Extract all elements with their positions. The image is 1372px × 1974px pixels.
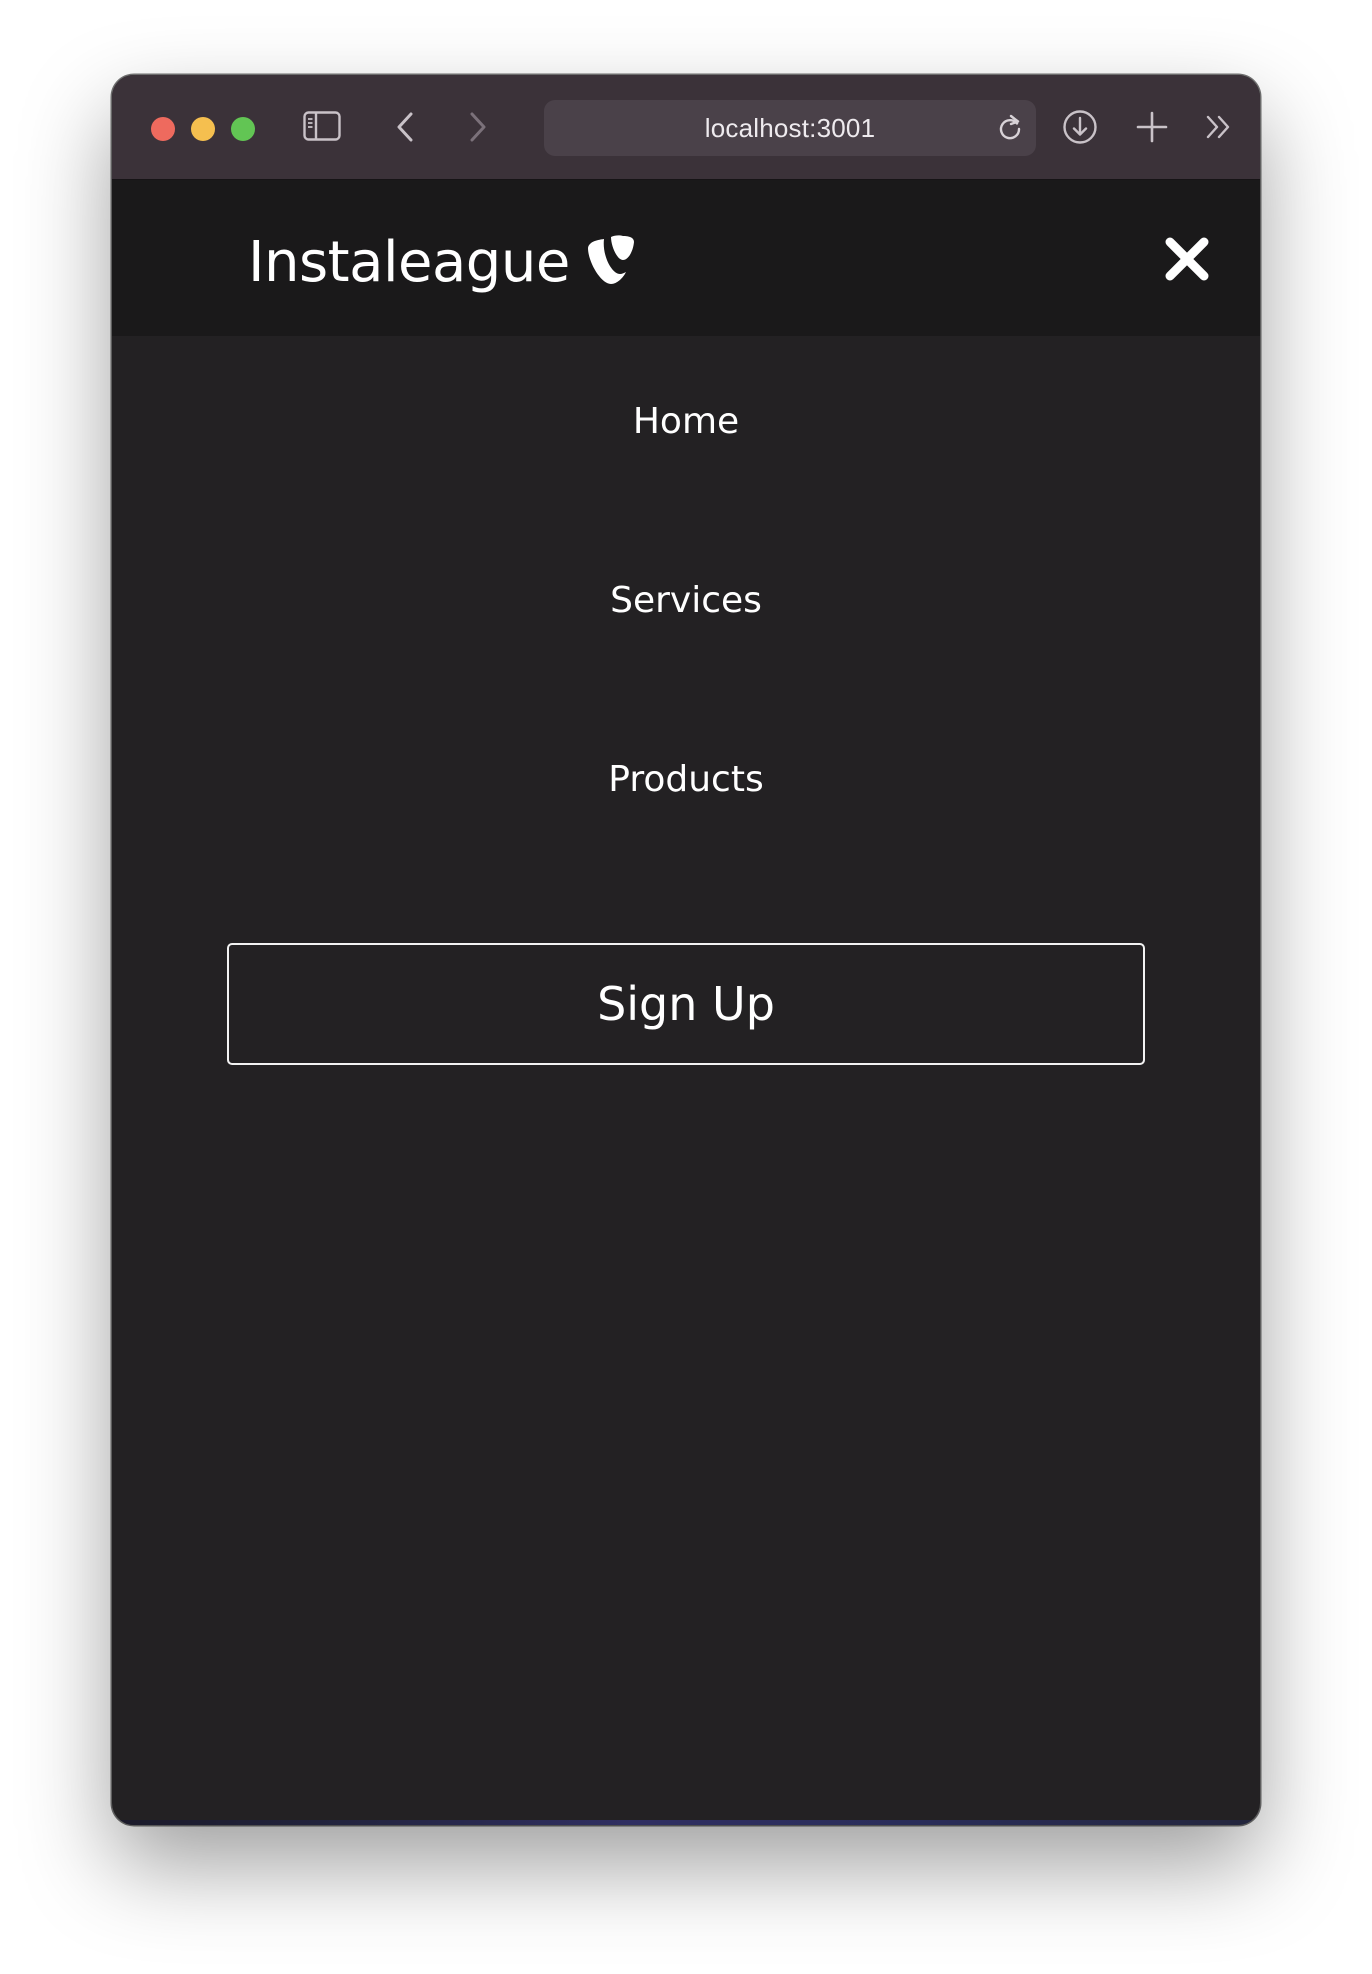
brand-name: Instaleague xyxy=(248,229,570,295)
window-close-button[interactable] xyxy=(151,117,175,141)
chevron-right-icon[interactable] xyxy=(466,111,488,143)
site-navbar: Instaleague xyxy=(112,180,1260,336)
browser-window: localhost:3001 Instaleague Home Services… xyxy=(112,75,1260,1825)
menu-item-products[interactable]: Products xyxy=(112,739,1260,819)
plus-icon[interactable] xyxy=(1136,111,1168,143)
download-icon[interactable] xyxy=(1062,109,1098,145)
sidebar-icon[interactable] xyxy=(303,111,341,141)
window-zoom-button[interactable] xyxy=(231,117,255,141)
window-bottom-edge xyxy=(112,1820,1260,1825)
close-icon xyxy=(1165,237,1209,281)
brand-link[interactable]: Instaleague xyxy=(248,222,636,302)
reload-icon[interactable] xyxy=(996,114,1024,146)
address-bar[interactable]: localhost:3001 xyxy=(544,100,1036,156)
double-chevron-right-icon[interactable] xyxy=(1204,113,1234,141)
browser-toolbar: localhost:3001 xyxy=(112,75,1260,180)
menu-item-services[interactable]: Services xyxy=(112,560,1260,640)
sign-up-button[interactable]: Sign Up xyxy=(227,943,1145,1065)
url-text: localhost:3001 xyxy=(704,112,876,143)
typo3-logo-icon xyxy=(586,234,636,292)
chevron-left-icon[interactable] xyxy=(395,111,417,143)
close-menu-button[interactable] xyxy=(1164,236,1210,282)
menu-item-home[interactable]: Home xyxy=(112,381,1260,461)
window-minimize-button[interactable] xyxy=(191,117,215,141)
